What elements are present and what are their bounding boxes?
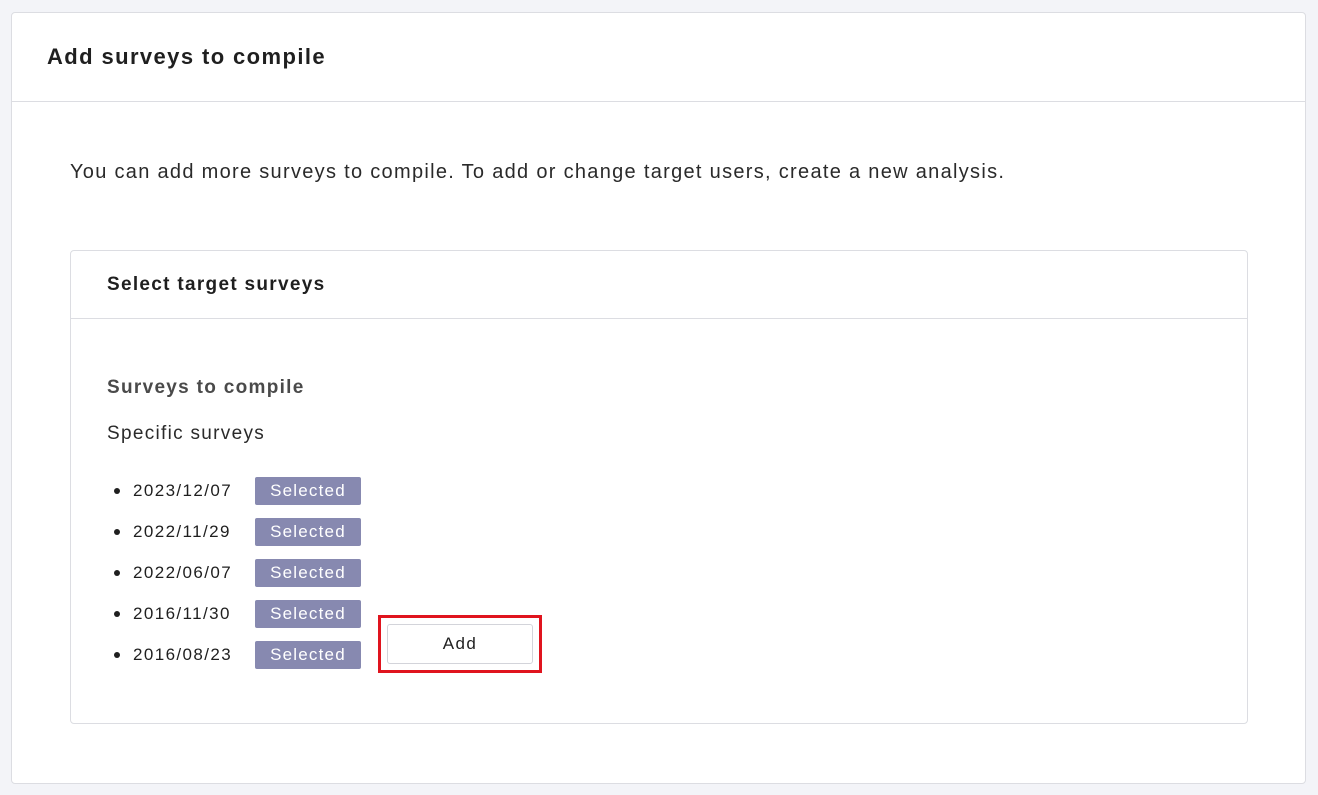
- section-subtitle: Specific surveys: [107, 423, 266, 444]
- add-button[interactable]: Add: [387, 624, 533, 664]
- selected-badge: Selected: [255, 517, 361, 546]
- intro-text: You can add more surveys to compile. To …: [70, 161, 1006, 183]
- panel-header: Select target surveys: [71, 251, 1247, 319]
- page-title: Add surveys to compile: [47, 44, 326, 69]
- survey-date: 2016/11/30: [133, 603, 231, 623]
- page-card: Add surveys to compile You can add more …: [11, 12, 1306, 784]
- bullet-icon: [114, 610, 120, 617]
- survey-date: 2022/11/29: [133, 521, 231, 541]
- survey-list-item: 2022/11/29 Selected: [107, 511, 361, 552]
- selected-badge: Selected: [255, 599, 361, 628]
- survey-list-item: 2016/11/30 Selected: [107, 593, 361, 634]
- page-header: Add surveys to compile: [12, 13, 1305, 102]
- survey-list-item: 2023/12/07 Selected: [107, 470, 361, 511]
- add-button-highlight: Add: [378, 615, 542, 673]
- section-label: Surveys to compile: [107, 377, 305, 398]
- survey-date: 2023/12/07: [133, 480, 233, 500]
- selected-badge: Selected: [255, 476, 361, 505]
- bullet-icon: [114, 528, 120, 535]
- selected-badge: Selected: [255, 558, 361, 587]
- bullet-icon: [114, 569, 120, 576]
- survey-list-item: 2022/06/07 Selected: [107, 552, 361, 593]
- select-surveys-panel: Select target surveys Surveys to compile…: [70, 250, 1248, 724]
- bullet-icon: [114, 487, 120, 494]
- survey-list-item: 2016/08/23 Selected: [107, 634, 361, 675]
- survey-date: 2016/08/23: [133, 644, 233, 664]
- survey-list: 2023/12/07 Selected 2022/11/29 Selected …: [107, 470, 361, 675]
- panel-title: Select target surveys: [107, 273, 326, 295]
- bullet-icon: [114, 651, 120, 658]
- selected-badge: Selected: [255, 640, 361, 669]
- survey-date: 2022/06/07: [133, 562, 233, 582]
